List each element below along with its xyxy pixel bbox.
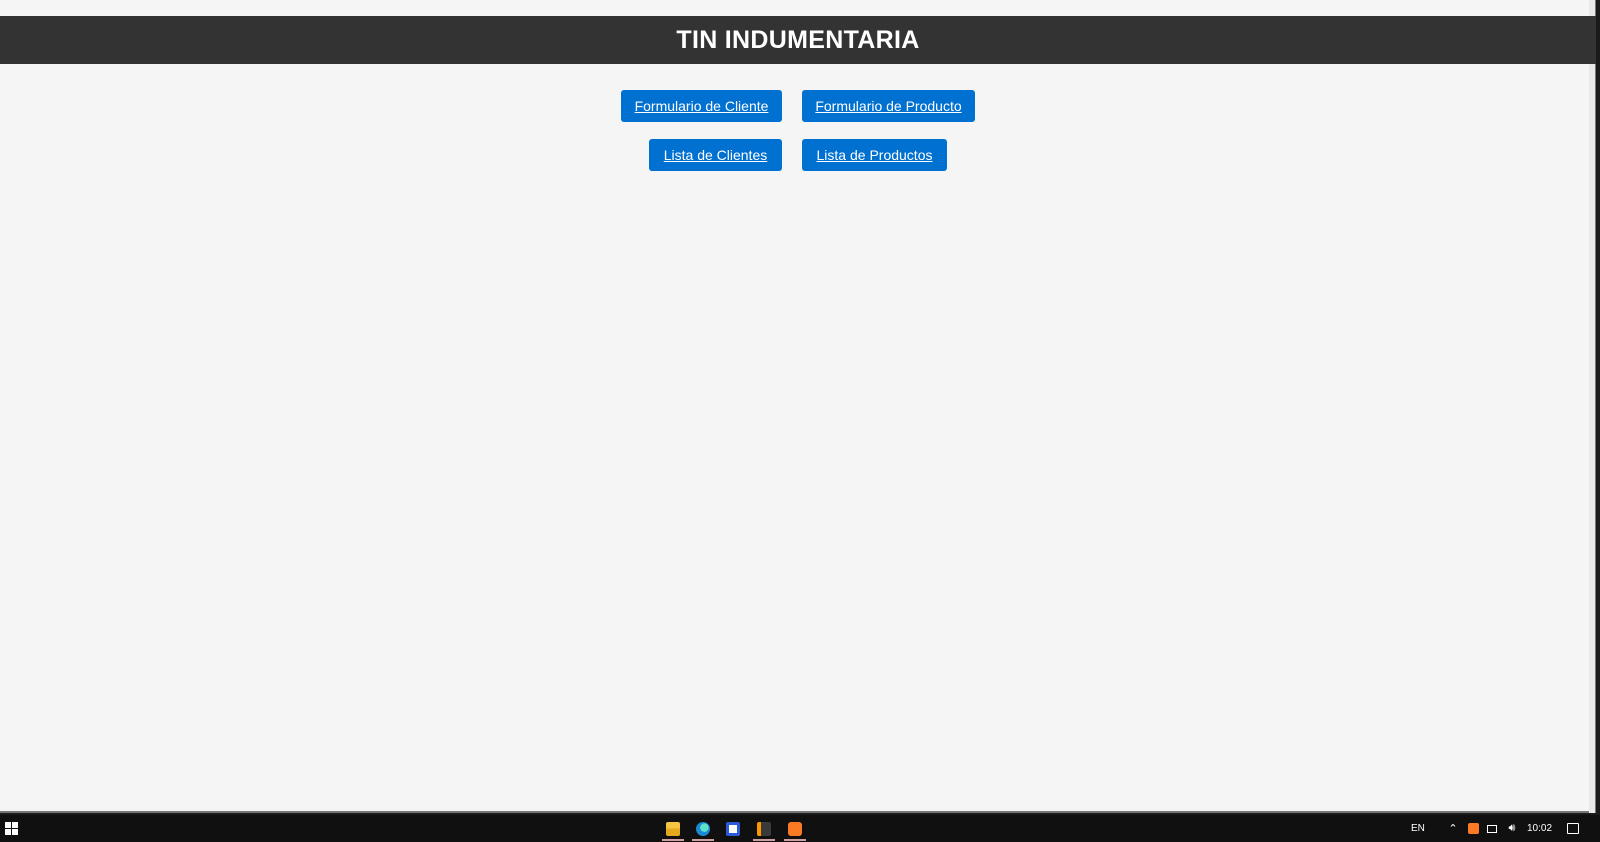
volume-icon[interactable]: 🔊︎ — [1504, 815, 1520, 842]
notifications-icon[interactable] — [1565, 815, 1581, 842]
page-title: TIN INDUMENTARIA — [676, 25, 920, 54]
store-icon — [726, 821, 740, 836]
windows-logo-icon — [4, 822, 18, 835]
taskbar-file-explorer[interactable] — [658, 815, 688, 842]
sublime-text-icon — [757, 821, 771, 836]
taskbar-edge[interactable] — [688, 815, 718, 842]
tray-xampp-icon[interactable] — [1465, 815, 1481, 842]
lista-clientes-button[interactable]: Lista de Clientes — [649, 139, 782, 171]
xampp-icon — [788, 821, 802, 836]
lista-productos-button[interactable]: Lista de Productos — [802, 139, 947, 171]
edge-browser-icon — [696, 821, 710, 836]
site-header: TIN INDUMENTARIA — [0, 16, 1596, 64]
chevron-up-icon[interactable]: ⌃ — [1445, 815, 1461, 842]
clock[interactable]: 10:02 — [1527, 815, 1552, 842]
language-indicator[interactable]: EN — [1411, 815, 1425, 842]
formulario-producto-button[interactable]: Formulario de Producto — [802, 90, 975, 122]
taskbar: EN ⌃ 🔊︎ 10:02 — [0, 815, 1600, 842]
taskbar-xampp[interactable] — [780, 815, 810, 842]
network-icon[interactable] — [1484, 815, 1500, 842]
taskbar-store[interactable] — [718, 815, 748, 842]
start-button[interactable] — [0, 815, 22, 842]
desktop-screen: TIN INDUMENTARIA Formulario de Cliente F… — [0, 0, 1600, 842]
taskbar-sublime-text[interactable] — [749, 815, 779, 842]
file-explorer-icon — [666, 821, 680, 836]
vertical-scrollbar[interactable] — [1589, 0, 1595, 813]
browser-viewport: TIN INDUMENTARIA Formulario de Cliente F… — [0, 0, 1596, 813]
formulario-cliente-button[interactable]: Formulario de Cliente — [621, 90, 782, 122]
